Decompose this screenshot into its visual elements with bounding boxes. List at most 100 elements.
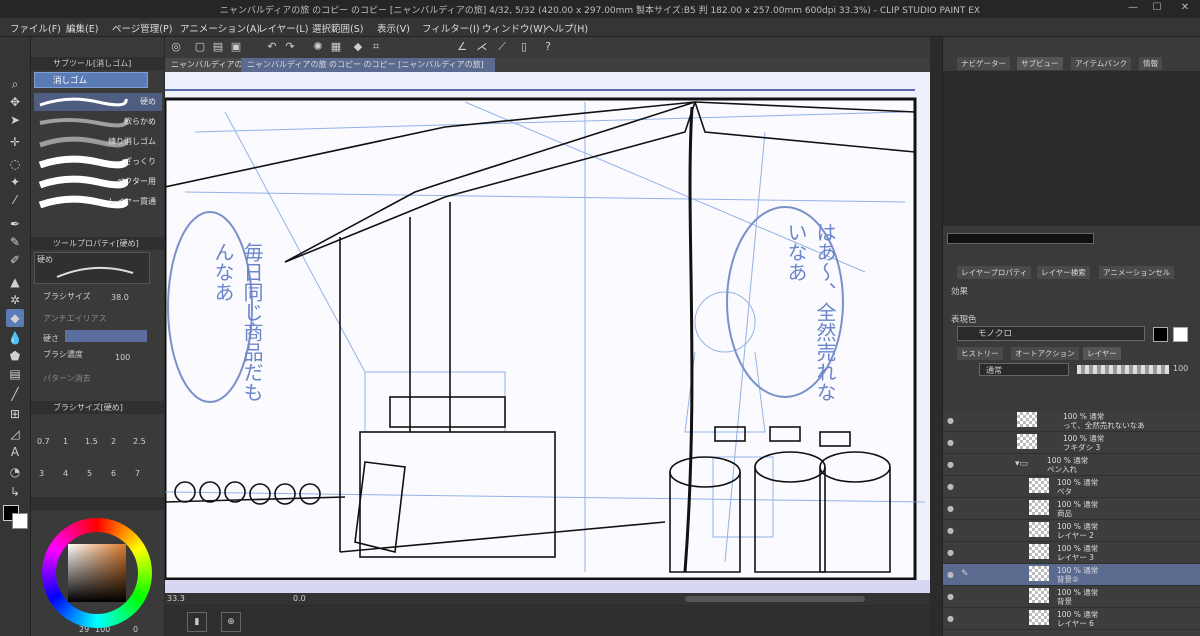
color-wheel[interactable] (42, 518, 152, 628)
size-2.5[interactable]: 2.5 (133, 437, 146, 446)
opacity-slider[interactable] (1077, 365, 1169, 374)
frame-tool-icon[interactable]: ⊞ (6, 405, 24, 423)
page-manager-icon[interactable]: ▮ (187, 612, 207, 632)
menu-page[interactable]: ページ管理(P) (112, 21, 172, 35)
menu-view[interactable]: 表示(V) (377, 21, 410, 35)
layer-item[interactable]: ● 100 % 通常 商品 (943, 498, 1200, 520)
operation-tool-icon[interactable]: ➤ (6, 111, 24, 129)
move-tool-icon[interactable]: ✥ (6, 93, 24, 111)
fill-icon[interactable]: ▦ (329, 40, 343, 54)
brush-density-value[interactable]: 100 (115, 353, 130, 362)
canvas-tab-1[interactable]: ニャンバルディアの (165, 58, 243, 72)
tab-navigator[interactable]: ナビゲーター (957, 57, 1010, 70)
size-1.5[interactable]: 1.5 (85, 437, 98, 446)
tab-subview[interactable]: サブビュー (1017, 57, 1063, 70)
menu-animation[interactable]: アニメーション(A) (180, 21, 260, 35)
snap-icon[interactable]: ⋌ (475, 40, 489, 54)
maximize-button[interactable]: ☐ (1150, 2, 1164, 14)
navigator-icon[interactable]: ⊕ (221, 612, 241, 632)
tab-layer[interactable]: レイヤー (1083, 347, 1121, 360)
airbrush-icon[interactable]: ▲ (6, 273, 24, 291)
size-2[interactable]: 2 (111, 437, 116, 446)
brush-kneaded[interactable]: 練り消しゴム (34, 133, 162, 151)
smartphone-icon[interactable]: ▯ (517, 40, 531, 54)
balloon-tool-icon[interactable]: ◔ (6, 463, 24, 481)
layer-item[interactable]: ● 100 % 通常 背景 (943, 586, 1200, 608)
clear-icon[interactable]: ✺ (311, 40, 325, 54)
menu-selection[interactable]: 選択範囲(S) (312, 21, 363, 35)
crop-icon[interactable]: ⌗ (369, 40, 383, 54)
transform-icon[interactable]: ◆ (351, 40, 365, 54)
size-7[interactable]: 7 (135, 469, 140, 478)
save-icon[interactable]: ▣ (229, 40, 243, 54)
correct-line-icon[interactable]: ↳ (6, 483, 24, 501)
menu-window[interactable]: ウィンドウ(W) (482, 21, 546, 35)
ruler-snap-icon[interactable]: ⟋ (495, 40, 509, 54)
size-4[interactable]: 4 (63, 469, 68, 478)
hardness-slider[interactable] (65, 330, 147, 342)
menu-help[interactable]: ヘルプ(H) (545, 21, 588, 35)
visibility-eye-icon[interactable]: ● (947, 482, 954, 491)
brush-vector[interactable]: ベクター用 (34, 173, 162, 191)
layer-item-selected[interactable]: ● ✎ 100 % 通常 背景② (943, 564, 1200, 586)
layer-item[interactable]: ● 100 % 通常 って、全然売れないなあ (943, 410, 1200, 432)
layer-item[interactable]: ● 100 % 通常 レイヤー 3 (943, 542, 1200, 564)
rotation-value[interactable]: 0.0 (293, 594, 306, 603)
app-icon[interactable]: ◎ (169, 40, 183, 54)
pen-tool-icon[interactable]: ✒ (6, 215, 24, 233)
move-layer-icon[interactable]: ✛ (6, 133, 24, 151)
menu-filter[interactable]: フィルター(I) (422, 21, 480, 35)
visibility-eye-icon[interactable]: ● (947, 504, 954, 513)
expression-color-select[interactable]: モノクロ (957, 326, 1145, 341)
redo-icon[interactable]: ↷ (283, 40, 297, 54)
brush-hard[interactable]: 硬め (34, 93, 162, 111)
brush-size-value[interactable]: 38.0 (111, 293, 129, 302)
menu-edit[interactable]: 編集(E) (66, 21, 98, 35)
color-slider-bar[interactable] (947, 233, 1094, 244)
visibility-eye-icon[interactable]: ● (947, 438, 954, 447)
menu-file[interactable]: ファイル(F) (10, 21, 61, 35)
help-icon[interactable]: ? (541, 40, 555, 54)
layer-color-sub[interactable] (1173, 327, 1188, 342)
visibility-eye-icon[interactable]: ● (947, 416, 954, 425)
brush-through-layer[interactable]: レイヤー貫通 (34, 193, 162, 211)
size-3[interactable]: 3 (39, 469, 44, 478)
new-file-icon[interactable]: ▢ (193, 40, 207, 54)
canvas-tab-2[interactable]: ニャンバルディアの旅 のコピー のコピー [ニャンバルディアの旅] 4/32, … (241, 58, 495, 83)
close-button[interactable]: ✕ (1178, 2, 1192, 14)
zoom-value[interactable]: 33.3 (167, 594, 185, 603)
tab-layer-property[interactable]: レイヤープロパティ (957, 266, 1032, 279)
selection-tool-icon[interactable]: ◌ (6, 155, 24, 173)
subtool-group-eraser[interactable]: 消しゴム (34, 72, 148, 88)
fill-tool-icon[interactable]: ⬟ (6, 347, 24, 365)
gradient-tool-icon[interactable]: ▤ (6, 365, 24, 383)
tab-layer-search[interactable]: レイヤー検索 (1037, 266, 1090, 279)
text-tool-icon[interactable]: A (6, 443, 24, 461)
zoom-tool-icon[interactable]: ⌕ (6, 75, 24, 93)
size-6[interactable]: 6 (111, 469, 116, 478)
tool-preset-preview[interactable]: 硬め (34, 252, 150, 284)
size-1[interactable]: 1 (63, 437, 68, 446)
visibility-eye-icon[interactable]: ● (947, 460, 954, 469)
pencil-tool-icon[interactable]: ✎ (6, 233, 24, 251)
auto-select-icon[interactable]: ✦ (6, 173, 24, 191)
brush-tool-icon[interactable]: ✐ (6, 251, 24, 269)
ruler-tool-icon[interactable]: ◿ (6, 425, 24, 443)
layer-item[interactable]: ● 100 % 通常 レイヤー 6 (943, 608, 1200, 630)
pen-settings-icon[interactable]: ∠ (455, 40, 469, 54)
layer-folder[interactable]: ● ▾▭ 100 % 通常 ペン入れ (943, 454, 1200, 476)
eyedropper-icon[interactable]: ⁄ (6, 191, 24, 209)
visibility-eye-icon[interactable]: ● (947, 592, 954, 601)
open-file-icon[interactable]: ▤ (211, 40, 225, 54)
visibility-eye-icon[interactable]: ● (947, 570, 954, 579)
decoration-icon[interactable]: ✲ (6, 291, 24, 309)
layer-item[interactable]: ● 100 % 通常 レイヤー 2 (943, 520, 1200, 542)
blend-mode-select[interactable]: 通常 (979, 363, 1069, 376)
opacity-value[interactable]: 100 (1173, 364, 1188, 373)
size-0.7[interactable]: 0.7 (37, 437, 50, 446)
visibility-eye-icon[interactable]: ● (947, 548, 954, 557)
canvas[interactable]: 毎日同じ商品だもんなあ はあ〜、全然売れないなあ (165, 72, 930, 593)
blend-tool-icon[interactable]: 💧 (6, 329, 24, 347)
brush-rough[interactable]: ざっくり (34, 153, 162, 171)
menu-layer[interactable]: レイヤー(L) (258, 21, 308, 35)
